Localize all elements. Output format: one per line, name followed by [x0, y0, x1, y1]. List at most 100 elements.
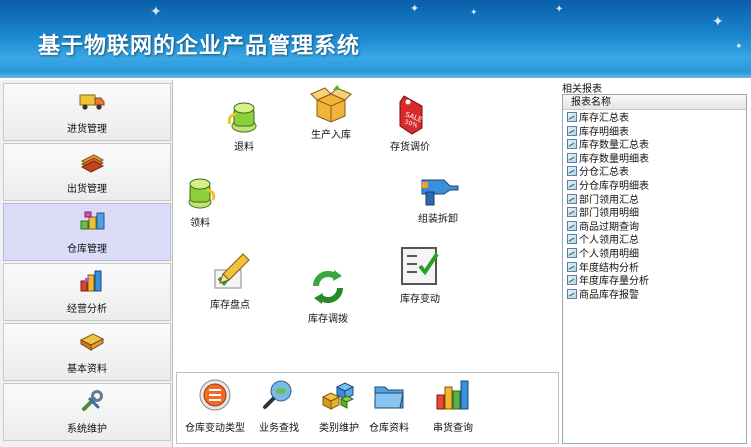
left-nav: 进货管理 出货管理 仓库管理 经营分析 基本资料 系统维护: [0, 80, 173, 447]
report-item-label: 个人领用汇总: [579, 235, 639, 247]
nav-item-label: 经营分析: [67, 304, 107, 315]
report-item-label: 部门领用明细: [579, 208, 639, 220]
app-title: 基于物联网的企业产品管理系统: [38, 34, 361, 59]
main-functions-area: 退料 生产入库 SALE 50% 存货调价 领料 组装拆卸 库存盘点 库存调拨 …: [176, 80, 560, 370]
func-production-in[interactable]: 生产入库: [301, 84, 361, 141]
reports-section-title: 相关报表: [562, 84, 602, 95]
nav-item-warehouse[interactable]: 仓库管理: [3, 203, 171, 261]
tool-label: 仓库变动类型: [185, 423, 245, 434]
open-box-icon: [310, 85, 352, 123]
func-stock-change[interactable]: 库存变动: [390, 244, 450, 305]
func-label: 领料: [190, 218, 210, 229]
report-item-label: 库存明细表: [579, 126, 629, 138]
book-icon: [79, 333, 105, 351]
report-item-label: 个人领用明细: [579, 248, 639, 260]
drill-icon: [421, 179, 459, 206]
report-chart-icon: [567, 139, 577, 150]
price-tag-icon: SALE 50%: [399, 95, 423, 135]
report-item[interactable]: 个人领用明细: [563, 247, 746, 262]
type-disc-icon: [199, 379, 231, 411]
func-assembly[interactable]: 组装拆卸: [408, 172, 468, 225]
report-item[interactable]: 商品过期查询: [563, 220, 746, 235]
func-price-adjust[interactable]: SALE 50% 存货调价: [380, 92, 440, 153]
func-label: 库存盘点: [210, 300, 250, 311]
wrench-icon: [82, 390, 103, 411]
books-icon: [80, 154, 105, 173]
nav-item-label: 进货管理: [67, 124, 107, 135]
report-chart-icon: [567, 247, 577, 258]
return-material-icon: [227, 102, 257, 133]
report-item[interactable]: 库存汇总表: [563, 112, 746, 126]
tool-stock-change-type[interactable]: 仓库变动类型: [181, 377, 249, 434]
truck-icon: [79, 94, 105, 110]
pencil-check-icon: [214, 253, 250, 289]
report-item[interactable]: 个人领用汇总: [563, 234, 746, 248]
report-item-label: 库存数量明细表: [579, 153, 649, 165]
report-item[interactable]: 库存数量明细表: [563, 152, 746, 167]
report-item-label: 分仓汇总表: [579, 167, 629, 179]
report-item-label: 商品过期查询: [579, 221, 639, 233]
report-item[interactable]: 年度库存量分析: [563, 275, 746, 289]
report-chart-icon: [567, 112, 577, 122]
nav-item-basic-data[interactable]: 基本资料: [3, 323, 171, 381]
report-item[interactable]: 部门领用明细: [563, 207, 746, 221]
reports-list: 库存汇总表库存明细表库存数量汇总表 库存数量明细表 分仓汇总表 分仓库存明细表 部门领用…: [563, 110, 746, 302]
report-item[interactable]: 分仓汇总表: [563, 166, 746, 180]
tool-business-search[interactable]: 业务查找: [249, 377, 309, 434]
nav-item-purchase[interactable]: 进货管理: [3, 83, 171, 141]
report-item-label: 库存数量汇总表: [579, 140, 649, 152]
report-chart-icon: [567, 275, 577, 286]
report-chart-icon: [567, 193, 577, 204]
func-label: 库存调拨: [308, 314, 348, 325]
reports-panel: 报表名称 库存汇总表库存明细表库存数量汇总表 库存数量明细表 分仓汇总表 分仓库存明细…: [562, 94, 747, 444]
tool-label: 串货查询: [433, 423, 473, 434]
report-item[interactable]: 商品库存报警: [563, 288, 746, 303]
tool-warehouse-data[interactable]: 仓库资料: [359, 377, 419, 434]
report-chart-icon: [567, 261, 577, 272]
cubes-icon: [321, 382, 355, 410]
tool-cross-goods-query[interactable]: 串货查询: [423, 377, 483, 434]
report-item[interactable]: 部门领用汇总: [563, 193, 746, 208]
warehouse-blocks-icon: [80, 211, 105, 230]
report-item[interactable]: 分仓库存明细表: [563, 179, 746, 194]
report-item-label: 库存汇总表: [579, 113, 629, 124]
func-return-material[interactable]: 退料: [224, 96, 264, 153]
func-transfer[interactable]: 库存调拨: [298, 266, 358, 325]
checklist-board-icon: [401, 247, 439, 285]
report-chart-icon: [567, 220, 577, 231]
tool-label: 仓库资料: [369, 423, 409, 434]
bar-chart-icon: [80, 270, 102, 292]
report-item-label: 部门领用汇总: [579, 194, 639, 206]
func-stocktaking[interactable]: 库存盘点: [200, 250, 260, 311]
func-label: 库存变动: [400, 294, 440, 305]
report-item[interactable]: 年度结构分析: [563, 261, 746, 276]
column-chart-icon: [436, 380, 469, 410]
func-receive-material[interactable]: 领料: [180, 172, 220, 229]
reports-column-header[interactable]: 报表名称: [563, 95, 746, 110]
report-chart-icon: [567, 152, 577, 163]
nav-item-label: 基本资料: [67, 364, 107, 375]
func-label: 组装拆卸: [418, 214, 458, 225]
report-chart-icon: [567, 207, 577, 218]
report-chart-icon: [567, 125, 577, 136]
report-item[interactable]: 库存数量汇总表: [563, 139, 746, 153]
nav-item-system[interactable]: 系统维护: [3, 383, 171, 441]
report-chart-icon: [567, 234, 577, 245]
func-label: 退料: [234, 142, 254, 153]
magnifier-globe-icon: [263, 380, 292, 409]
tool-label: 业务查找: [259, 423, 299, 434]
nav-item-shipping[interactable]: 出货管理: [3, 143, 171, 201]
nav-item-label: 仓库管理: [67, 244, 107, 255]
report-chart-icon: [567, 166, 577, 177]
receive-material-icon: [188, 178, 216, 209]
report-item-label: 年度结构分析: [579, 262, 639, 274]
bottom-toolbar: 仓库变动类型 业务查找 类别维护 仓库资料 串货查询: [176, 372, 559, 444]
report-item-label: 分仓库存明细表: [579, 180, 649, 192]
report-chart-icon: [567, 179, 577, 190]
report-item-label: 年度库存量分析: [579, 276, 649, 288]
report-item[interactable]: 库存明细表: [563, 125, 746, 140]
recycle-arrows-icon: [312, 270, 344, 304]
report-item-label: 商品库存报警: [579, 289, 639, 301]
nav-item-label: 系统维护: [67, 424, 107, 435]
nav-item-analysis[interactable]: 经营分析: [3, 263, 171, 321]
